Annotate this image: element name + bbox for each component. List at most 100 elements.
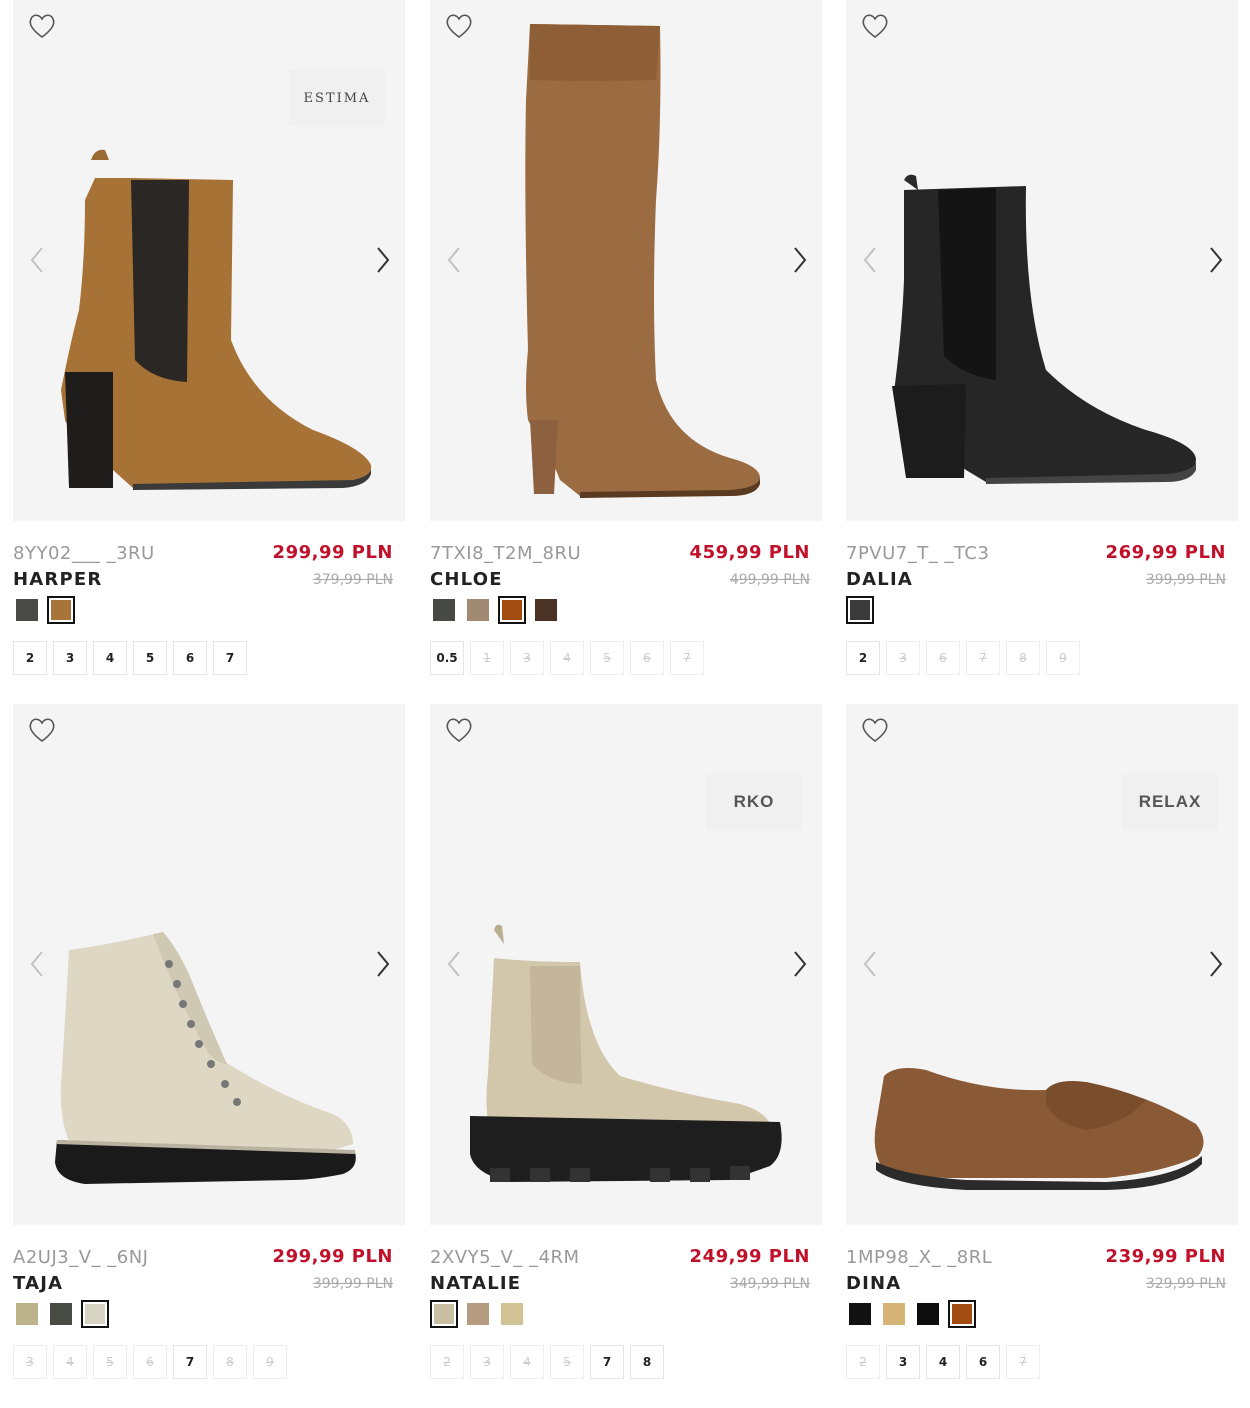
color-swatch[interactable] [430,1300,458,1328]
chevron-left-icon[interactable] [862,950,878,978]
product-image-area[interactable]: RKO [430,704,822,1225]
product-price: 269,99 PLN [1105,542,1226,563]
size-option[interactable]: 0.5 [430,641,464,675]
color-swatch-fill [952,1304,972,1324]
color-swatch-fill [51,600,71,620]
color-swatch[interactable] [846,1300,874,1328]
size-option[interactable]: 4 [53,1345,87,1379]
wishlist-heart-icon[interactable] [27,12,57,40]
color-swatch[interactable] [498,1300,526,1328]
product-image-area[interactable] [430,0,822,521]
product-name[interactable]: DALIA [846,569,913,590]
chevron-right-icon[interactable] [375,246,391,274]
product-image[interactable] [430,0,822,521]
product-name[interactable]: HARPER [13,569,102,590]
color-swatch[interactable] [532,596,560,624]
product-name[interactable]: CHLOE [430,569,503,590]
size-option[interactable]: 8 [630,1345,664,1379]
chevron-right-icon[interactable] [792,950,808,978]
product-name[interactable]: TAJA [13,1273,63,1294]
size-option[interactable]: 5 [550,1345,584,1379]
color-swatch[interactable] [464,1300,492,1328]
chevron-left-icon[interactable] [446,246,462,274]
size-option[interactable]: 9 [1046,641,1080,675]
chevron-left-icon[interactable] [29,950,45,978]
size-option[interactable]: 2 [846,1345,880,1379]
chevron-left-icon[interactable] [446,950,462,978]
size-option[interactable]: 8 [1006,641,1040,675]
size-option[interactable]: 4 [93,641,127,675]
product-sku: 7PVU7_T_ _TC3 [846,543,990,564]
chevron-right-icon[interactable] [792,246,808,274]
size-option[interactable]: 4 [550,641,584,675]
chevron-right-icon[interactable] [375,950,391,978]
chevron-left-icon[interactable] [862,246,878,274]
color-swatch[interactable] [47,1300,75,1328]
color-swatch[interactable] [880,1300,908,1328]
color-swatch[interactable] [948,1300,976,1328]
size-option[interactable]: 3 [886,641,920,675]
size-option[interactable]: 7 [1006,1345,1040,1379]
size-option[interactable]: 6 [926,641,960,675]
wishlist-heart-icon[interactable] [444,716,474,744]
size-option[interactable]: 5 [133,641,167,675]
product-image[interactable] [13,704,405,1225]
size-option[interactable]: 5 [590,641,624,675]
color-swatch[interactable] [846,596,874,624]
brand-logo: ESTIMA [289,70,385,126]
wishlist-heart-icon[interactable] [860,716,890,744]
color-swatch-fill [502,600,522,620]
size-option[interactable]: 6 [630,641,664,675]
chevron-left-icon[interactable] [29,246,45,274]
product-image-area[interactable] [13,704,405,1225]
size-option[interactable]: 8 [213,1345,247,1379]
size-option[interactable]: 2 [846,641,880,675]
size-option[interactable]: 3 [13,1345,47,1379]
product-image[interactable] [846,0,1238,521]
size-option[interactable]: 5 [93,1345,127,1379]
color-swatch[interactable] [430,596,458,624]
product-image-area[interactable]: RELAX [846,704,1238,1225]
color-swatch[interactable] [498,596,526,624]
color-swatch[interactable] [13,596,41,624]
product-old-price: 399,99 PLN [1145,572,1226,588]
size-option[interactable]: 1 [470,641,504,675]
product-sku: 2XVY5_V_ _4RM [430,1247,580,1268]
size-option[interactable]: 7 [670,641,704,675]
size-option[interactable]: 4 [510,1345,544,1379]
product-image-area[interactable]: ESTIMA [13,0,405,521]
size-option[interactable]: 3 [53,641,87,675]
color-swatches [430,1300,526,1328]
color-swatch[interactable] [13,1300,41,1328]
color-swatch-fill [433,599,455,621]
color-swatch[interactable] [914,1300,942,1328]
size-option[interactable]: 7 [966,641,1000,675]
size-option[interactable]: 7 [213,641,247,675]
wishlist-heart-icon[interactable] [444,12,474,40]
size-option[interactable]: 6 [133,1345,167,1379]
chevron-right-icon[interactable] [1208,950,1224,978]
color-swatch[interactable] [81,1300,109,1328]
wishlist-heart-icon[interactable] [27,716,57,744]
color-swatch[interactable] [464,596,492,624]
size-option[interactable]: 6 [173,641,207,675]
size-option[interactable]: 3 [886,1345,920,1379]
wishlist-heart-icon[interactable] [860,12,890,40]
color-swatch[interactable] [47,596,75,624]
size-option[interactable]: 3 [470,1345,504,1379]
size-option[interactable]: 2 [430,1345,464,1379]
size-option[interactable]: 7 [173,1345,207,1379]
size-option[interactable]: 9 [253,1345,287,1379]
product-price: 239,99 PLN [1105,1246,1226,1267]
chevron-right-icon[interactable] [1208,246,1224,274]
size-option[interactable]: 2 [13,641,47,675]
size-option[interactable]: 4 [926,1345,960,1379]
size-option[interactable]: 6 [966,1345,1000,1379]
size-options: 0.5 1 3 4 5 6 7 [430,641,704,675]
size-option[interactable]: 7 [590,1345,624,1379]
product-name[interactable]: NATALIE [430,1273,521,1294]
color-swatch-fill [85,1304,105,1324]
size-option[interactable]: 3 [510,641,544,675]
product-image-area[interactable] [846,0,1238,521]
product-name[interactable]: DINA [846,1273,901,1294]
